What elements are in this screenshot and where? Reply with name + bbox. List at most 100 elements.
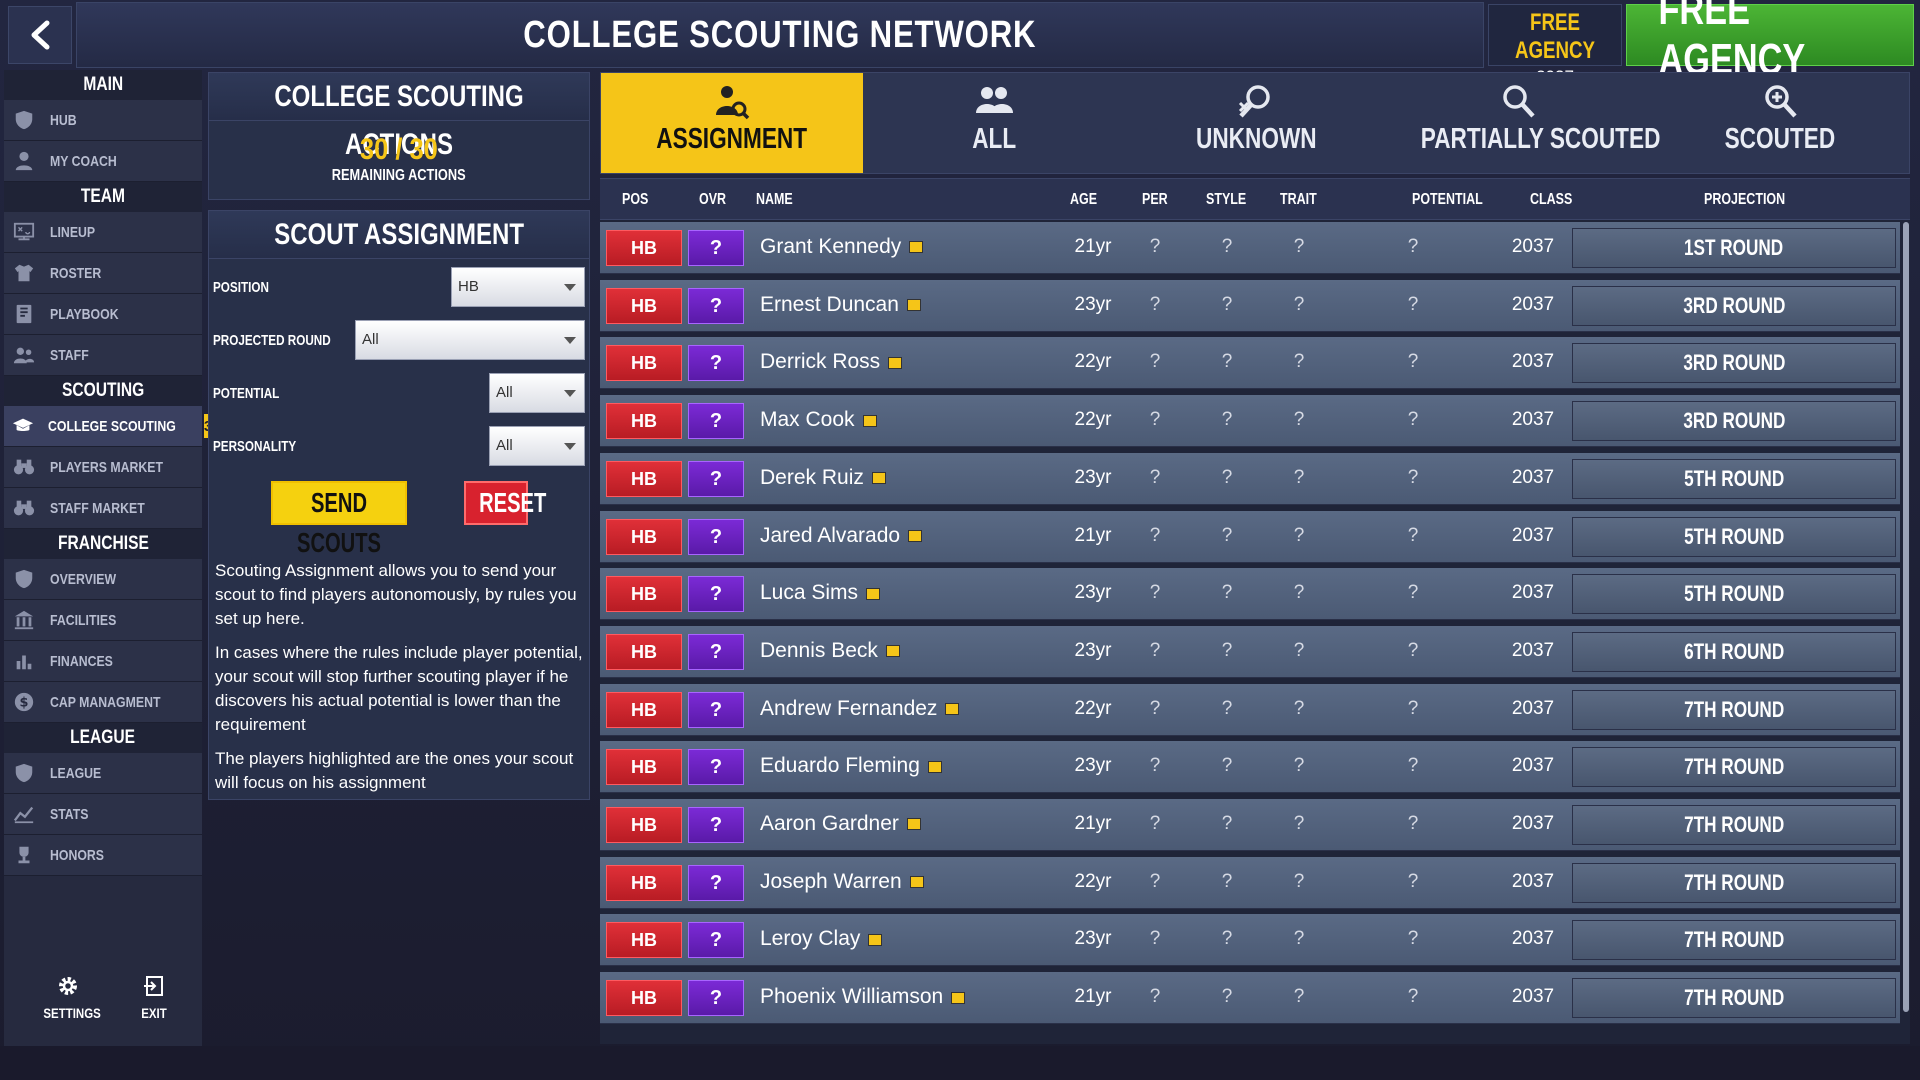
cell-class: 2037 [1511,755,1555,777]
table-row[interactable]: HB? Dennis Beck 23yr???? 2037 6TH ROUND [600,625,1900,678]
tab-scouted[interactable]: SCOUTED [1649,73,1911,173]
table-row[interactable]: HB? Joseph Warren 22yr???? 2037 7TH ROUND [600,856,1900,909]
reset-button[interactable]: RESET [464,481,546,525]
projection-badge: 7TH ROUND [1572,689,1896,730]
player-name-cell[interactable]: Ernest Duncan [760,293,921,317]
sidebar-item-cap-managment[interactable]: $ CAP MANAGMENT [4,682,202,723]
player-name-cell[interactable]: Derek Ruiz [760,466,886,490]
cell-style: ? [1221,236,1233,257]
exit-button[interactable]: EXIT [124,974,184,1030]
table-row[interactable]: HB? Max Cook 22yr???? 2037 3RD ROUND [600,395,1900,448]
sidebar-item-playbook[interactable]: PLAYBOOK [4,294,202,335]
table-row[interactable]: HB? Derrick Ross 22yr???? 2037 3RD ROUND [600,337,1900,390]
player-name-cell[interactable]: Eduardo Fleming [760,754,942,778]
table-row[interactable]: HB? Derek Ruiz 23yr???? 2037 5TH ROUND [600,452,1900,505]
description-paragraph-2: In cases where the rules include player … [215,643,583,734]
player-name-cell[interactable]: Dennis Beck [760,639,900,663]
position-badge: HB [606,460,682,497]
header-potential[interactable]: POTENTIAL [1412,191,1483,209]
sidebar-item-label: STAFF MARKET [50,499,145,517]
header-pos[interactable]: POS [622,191,648,209]
remaining-actions-caption: REMAINING ACTIONS [332,167,466,184]
sidebar-item-staff-market[interactable]: STAFF MARKET [4,488,202,529]
table-row[interactable]: HB? Phoenix Williamson 21yr???? 2037 7TH ROU… [600,972,1900,1025]
table-row[interactable]: HB? Leroy Clay 23yr???? 2037 7TH ROUND [600,914,1900,967]
settings-button[interactable]: SETTINGS [38,974,101,1030]
sidebar-item-hub[interactable]: HUB [4,100,202,141]
player-name-cell[interactable]: Max Cook [760,408,877,432]
personality-select[interactable]: All [489,426,585,466]
player-name-cell[interactable]: Phoenix Williamson [760,985,966,1009]
sidebar-item-label: HONORS [50,846,104,864]
cell-per: ? [1149,293,1161,315]
table-row[interactable]: HB? Jared Alvarado 21yr???? 2037 5TH ROUND [600,510,1900,563]
sidebar-item-honors[interactable]: HONORS [4,835,202,876]
header-trait[interactable]: TRAIT [1280,191,1317,209]
player-name: Joseph Warren [760,869,902,893]
header-name[interactable]: NAME [756,191,793,209]
player-name-cell[interactable]: Luca Sims [760,581,881,605]
cell-potential: ? [1407,870,1419,892]
free-agency-button[interactable]: FREE AGENCY [1626,0,1914,84]
sidebar-item-players-market[interactable]: PLAYERS MARKET [4,447,202,488]
table-row[interactable]: HB? Luca Sims 23yr???? 2037 5TH ROUND [600,568,1900,621]
table-row[interactable]: HB? Grant Kennedy 21yr???? 2037 1ST ROUND [600,222,1900,274]
sidebar-item-finances[interactable]: FINANCES [4,641,202,682]
back-button[interactable] [8,6,72,64]
scrollbar-thumb[interactable] [1903,222,1909,1012]
player-name-cell[interactable]: Andrew Fernandez [760,697,960,721]
sidebar-item-roster[interactable]: ROSTER [4,253,202,294]
tab-partially-scouted[interactable]: PARTIALLY SCOUTED [1387,73,1660,173]
potential-select[interactable]: All [489,373,585,413]
sidebar-item-lineup[interactable]: LINEUP [4,212,202,253]
position-badge: HB [606,922,682,959]
tab-assignment[interactable]: ASSIGNMENT [601,73,863,173]
table-row[interactable]: HB? Ernest Duncan 23yr???? 2037 3RD ROUND [600,279,1900,332]
projection-badge: 7TH ROUND [1572,747,1896,788]
sidebar-item-league[interactable]: LEAGUE [4,753,202,794]
sidebar-item-college-scouting[interactable]: COLLEGE SCOUTING30 [4,406,221,447]
player-name-cell[interactable]: Leroy Clay [760,927,883,951]
table-scrollbar[interactable] [1902,220,1910,1044]
header-style[interactable]: STYLE [1206,191,1246,209]
sidebar-item-stats[interactable]: STATS [4,794,202,835]
free-agency-year-panel[interactable]: FREE AGENCY 2037 [1488,4,1622,86]
send-scouts-button[interactable]: SEND SCOUTS [271,481,407,558]
header-age[interactable]: AGE [1070,191,1097,209]
sidebar-item-overview[interactable]: OVERVIEW [4,559,202,600]
cell-style: ? [1221,870,1233,892]
sidebar-item-my-coach[interactable]: MY COACH [4,141,202,182]
player-name-cell[interactable]: Aaron Gardner [760,812,921,836]
projected-round-select[interactable]: All [355,320,585,360]
header-projection[interactable]: PROJECTION [1704,191,1785,209]
flag-icon [945,703,960,716]
header-per[interactable]: PER [1142,191,1168,209]
sidebar-item-staff[interactable]: STAFF [4,335,202,376]
player-name-cell[interactable]: Grant Kennedy [760,235,924,259]
cell-style: ? [1221,928,1233,950]
cell-class: 2037 [1511,293,1555,315]
tab-unknown[interactable]: UNKNOWN [1125,73,1387,173]
cell-style: ? [1221,409,1233,431]
player-name-cell[interactable]: Joseph Warren [760,870,924,894]
projection-label: 6TH ROUND [1683,638,1785,664]
binoculars-icon [12,496,36,520]
header-class[interactable]: CLASS [1530,191,1572,209]
table-row[interactable]: HB? Eduardo Fleming 23yr???? 2037 7TH ROUND [600,741,1900,794]
cell-potential: ? [1407,639,1419,661]
cell-per: ? [1149,409,1161,431]
player-name-cell[interactable]: Derrick Ross [760,350,903,374]
table-row[interactable]: HB? Andrew Fernandez 22yr???? 2037 7TH ROUND [600,683,1900,736]
free-agency-small-label: FREE AGENCY [1514,9,1596,64]
sidebar-item-facilities[interactable]: FACILITIES [4,600,202,641]
table-row[interactable]: HB? Aaron Gardner 21yr???? 2037 7TH ROUND [600,799,1900,851]
tab-all[interactable]: ALL [863,73,1125,173]
cell-per: ? [1149,986,1161,1008]
header-ovr[interactable]: OVR [699,191,726,209]
projection-label: 7TH ROUND [1683,696,1785,722]
position-select[interactable]: HB [451,267,585,307]
player-name-cell[interactable]: Jared Alvarado [760,524,923,548]
projection-label: 7TH ROUND [1683,812,1785,837]
projection-badge: 7TH ROUND [1572,920,1896,961]
assignment-description: Scouting Assignment allows you to send y… [215,559,587,805]
